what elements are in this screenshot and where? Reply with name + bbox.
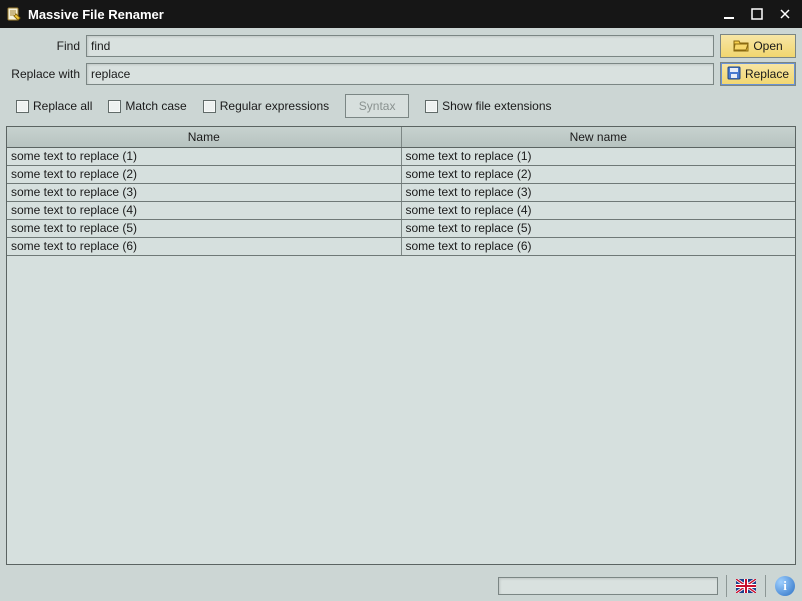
checkbox-box: [108, 100, 121, 113]
info-icon: i: [775, 576, 795, 596]
cell-newname: some text to replace (5): [402, 220, 796, 237]
column-header-name[interactable]: Name: [7, 127, 402, 147]
replace-row: Replace with Replace: [6, 62, 796, 86]
match-case-label: Match case: [125, 99, 186, 113]
options-row: Replace all Match case Regular expressio…: [6, 90, 796, 122]
cell-name: some text to replace (1): [7, 148, 402, 165]
replace-all-checkbox[interactable]: Replace all: [16, 99, 92, 113]
content-area: Find Open Replace with: [0, 28, 802, 571]
replace-label: Replace with: [6, 67, 80, 81]
app-window: Massive File Renamer Find Open: [0, 0, 802, 601]
app-icon: [6, 6, 22, 22]
regex-label: Regular expressions: [220, 99, 329, 113]
checkbox-box: [203, 100, 216, 113]
find-label: Find: [6, 39, 80, 53]
about-button[interactable]: i: [774, 575, 796, 597]
table-row[interactable]: some text to replace (5)some text to rep…: [7, 220, 795, 238]
table-row[interactable]: some text to replace (2)some text to rep…: [7, 166, 795, 184]
show-extensions-label: Show file extensions: [442, 99, 551, 113]
divider: [726, 575, 727, 597]
replace-button[interactable]: Replace: [720, 62, 796, 86]
table-row[interactable]: some text to replace (1)some text to rep…: [7, 148, 795, 166]
cell-newname: some text to replace (4): [402, 202, 796, 219]
titlebar: Massive File Renamer: [0, 0, 802, 28]
statusbar: i: [0, 571, 802, 601]
column-header-newname[interactable]: New name: [402, 127, 796, 147]
syntax-button-label: Syntax: [359, 99, 396, 113]
language-button[interactable]: [735, 575, 757, 597]
progress-bar: [498, 577, 718, 595]
table-row[interactable]: some text to replace (3)some text to rep…: [7, 184, 795, 202]
window-title: Massive File Renamer: [28, 7, 712, 22]
cell-name: some text to replace (2): [7, 166, 402, 183]
open-folder-icon: [733, 38, 749, 55]
match-case-checkbox[interactable]: Match case: [108, 99, 186, 113]
show-extensions-checkbox[interactable]: Show file extensions: [425, 99, 551, 113]
table-row[interactable]: some text to replace (6)some text to rep…: [7, 238, 795, 256]
cell-name: some text to replace (3): [7, 184, 402, 201]
cell-name: some text to replace (4): [7, 202, 402, 219]
minimize-button[interactable]: [718, 5, 740, 23]
replace-all-label: Replace all: [33, 99, 92, 113]
close-button[interactable]: [774, 5, 796, 23]
replace-button-label: Replace: [745, 67, 789, 81]
cell-name: some text to replace (6): [7, 238, 402, 255]
cell-newname: some text to replace (3): [402, 184, 796, 201]
checkbox-box: [425, 100, 438, 113]
open-button[interactable]: Open: [720, 34, 796, 58]
file-table: Name New name some text to replace (1)so…: [6, 126, 796, 565]
find-row: Find Open: [6, 34, 796, 58]
divider: [765, 575, 766, 597]
find-input[interactable]: [86, 35, 714, 57]
uk-flag-icon: [736, 579, 756, 593]
syntax-button: Syntax: [345, 94, 409, 118]
replace-input[interactable]: [86, 63, 714, 85]
regex-checkbox[interactable]: Regular expressions: [203, 99, 329, 113]
cell-newname: some text to replace (1): [402, 148, 796, 165]
cell-newname: some text to replace (2): [402, 166, 796, 183]
table-row[interactable]: some text to replace (4)some text to rep…: [7, 202, 795, 220]
maximize-button[interactable]: [746, 5, 768, 23]
open-button-label: Open: [753, 39, 782, 53]
cell-newname: some text to replace (6): [402, 238, 796, 255]
table-header: Name New name: [7, 127, 795, 148]
save-disk-icon: [727, 66, 741, 83]
cell-name: some text to replace (5): [7, 220, 402, 237]
table-body: some text to replace (1)some text to rep…: [7, 148, 795, 564]
checkbox-box: [16, 100, 29, 113]
